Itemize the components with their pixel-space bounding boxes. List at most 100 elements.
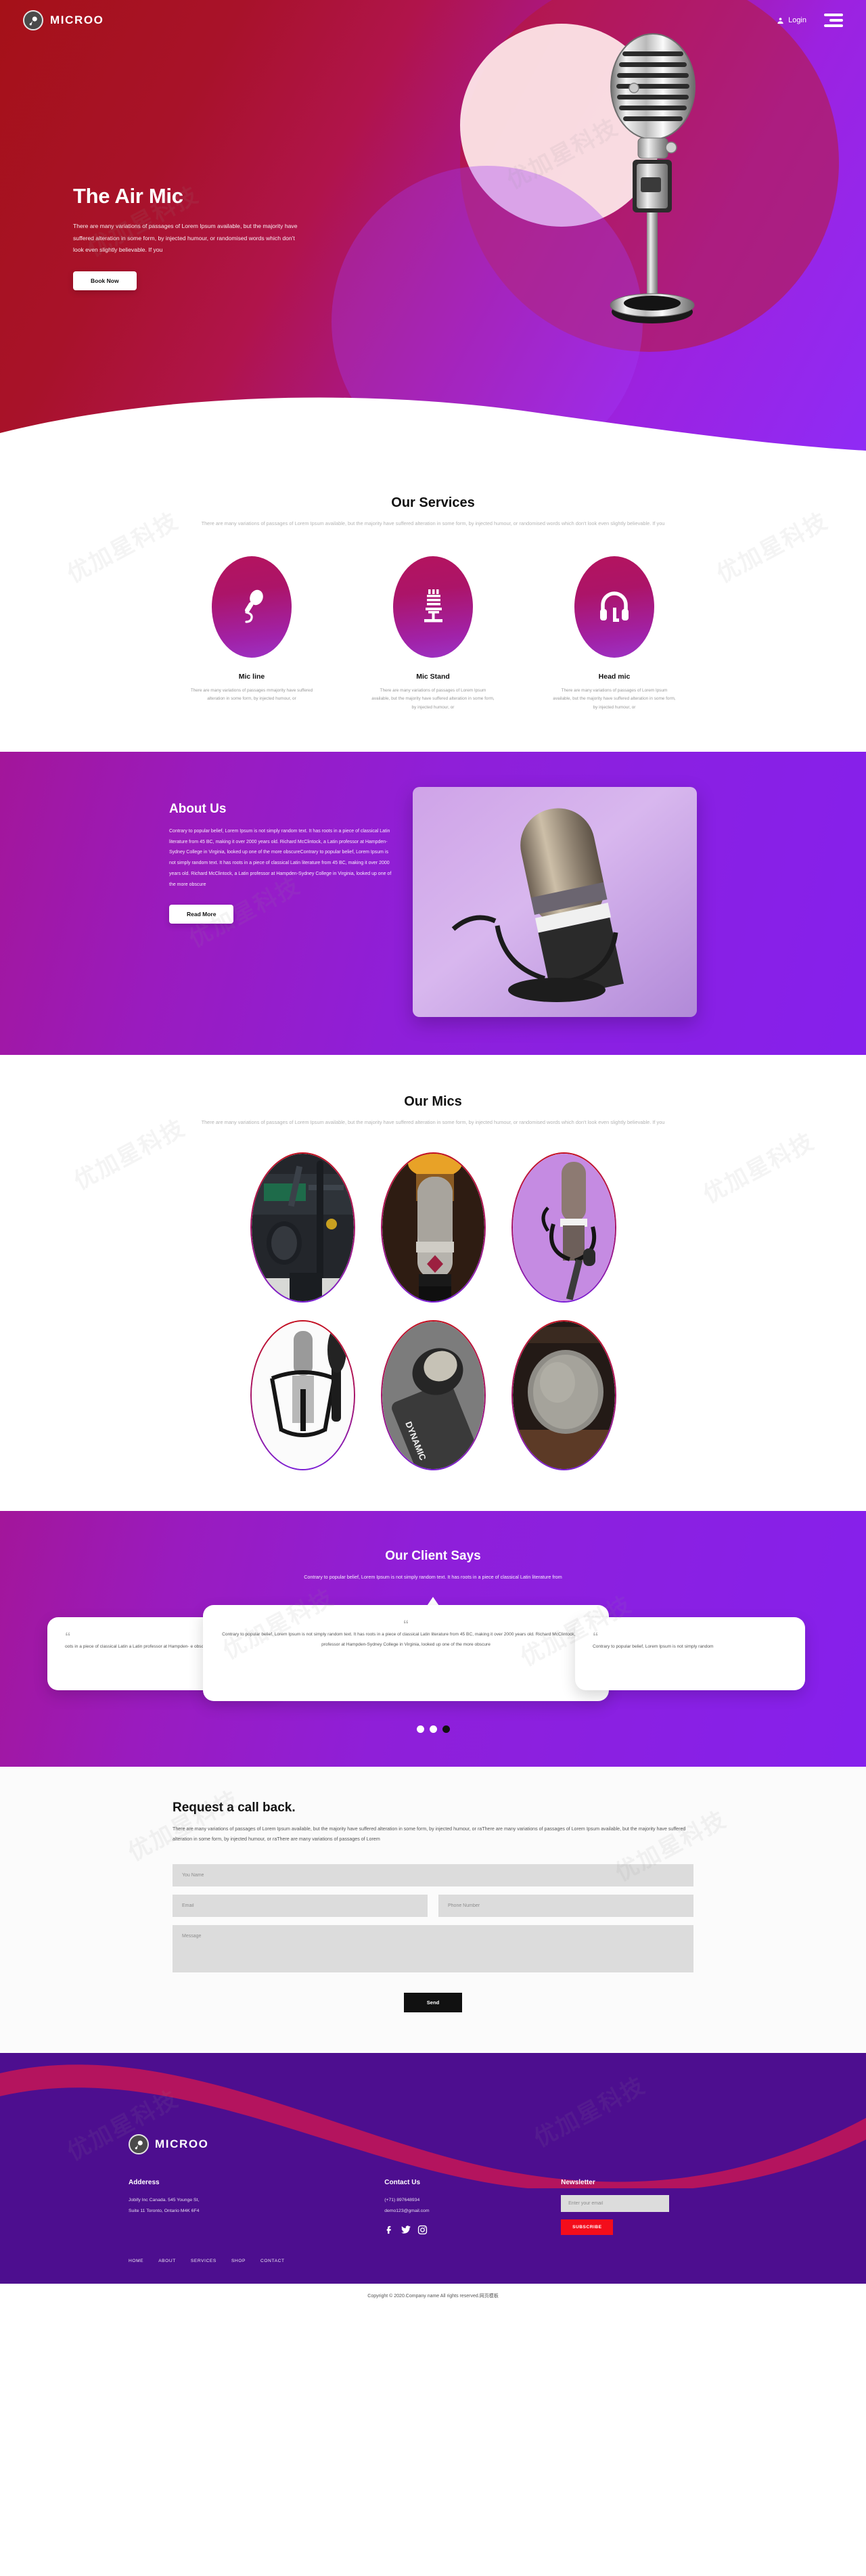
testimonial-card-active[interactable]: “ Contrary to popular belief, Lorem Ipsu…: [203, 1605, 609, 1702]
services-section: Our Services There are many variations o…: [0, 455, 866, 752]
contact-email[interactable]: demo123@gmail.com: [384, 2206, 561, 2216]
testimonials-section: Our Client Says Contrary to popular beli…: [0, 1510, 866, 1767]
hero-title: The Air Mic: [73, 184, 183, 208]
email-input[interactable]: [173, 1895, 428, 1918]
login-button[interactable]: Login: [777, 16, 806, 24]
carousel-dot-2[interactable]: [429, 1725, 437, 1734]
top-navigation-bar: MICROO Login: [0, 0, 866, 41]
service-card[interactable]: Head mic There are many variations of pa…: [547, 556, 682, 713]
hero-description: There are many variations of passages of…: [73, 223, 298, 254]
hero-section: MICROO Login The Air Mic There are many …: [0, 0, 866, 455]
newsletter-heading: Newsletter: [561, 2179, 595, 2187]
callback-description: There are many variations of passages of…: [173, 1826, 686, 1842]
subscribe-button[interactable]: SUBSCRIBE: [561, 2219, 614, 2236]
about-microphone-photo: [413, 786, 697, 1017]
carousel-dots: [0, 1725, 866, 1734]
newsletter-email-input[interactable]: [561, 2195, 670, 2213]
about-title: About Us: [169, 801, 227, 816]
footer-address-column: Adderess Jobify Inc Canada. 545 Younge S…: [129, 2179, 384, 2238]
footer-contact-column: Contact Us (+71) 897648934 demo123@gmail…: [384, 2179, 561, 2238]
footer-newsletter-column: Newsletter SUBSCRIBE: [561, 2179, 737, 2238]
testimonials-subtitle: Contrary to popular belief, Lorem Ipsum …: [304, 1573, 562, 1580]
instagram-icon[interactable]: [417, 2225, 428, 2238]
hero-bottom-curve: [0, 397, 866, 455]
mic-logo-icon: [23, 10, 43, 30]
mics-gallery-section: Our Mics There are many variations of pa…: [0, 1054, 866, 1511]
mics-grid: DYNAMIC: [0, 1152, 866, 1470]
footer-navigation: HOME ABOUT SERVICES SHOP CONTACT: [129, 2259, 737, 2263]
service-card[interactable]: Mic Stand There are many variations of p…: [365, 556, 501, 713]
request-callback-section: Request a call back. There are many vari…: [0, 1767, 866, 2054]
address-line-2: Suite 11 Toronto, Ontario M4K 6F4: [129, 2208, 200, 2213]
footer-link-contact[interactable]: CONTACT: [260, 2259, 285, 2263]
mic-photo[interactable]: [250, 1152, 355, 1303]
mic-stand-icon: [393, 556, 473, 658]
headset-icon: [574, 556, 654, 658]
mics-subtitle: There are many variations of passages of…: [201, 1118, 665, 1125]
testimonials-title: Our Client Says: [385, 1548, 481, 1563]
about-description: Contrary to popular belief, Lorem Ipsum …: [169, 828, 392, 887]
name-input[interactable]: [173, 1864, 693, 1887]
contact-phone[interactable]: (+71) 897648934: [384, 2195, 561, 2205]
mic-photo[interactable]: [250, 1320, 355, 1470]
footer-link-services[interactable]: SERVICES: [191, 2259, 216, 2263]
quote-open-icon: “: [593, 1630, 599, 1644]
footer-link-home[interactable]: HOME: [129, 2259, 143, 2263]
testimonial-text: Contrary to popular belief, Lorem Ipsum …: [222, 1632, 590, 1647]
send-button[interactable]: Send: [403, 1993, 463, 2013]
twitter-icon[interactable]: [401, 2225, 411, 2238]
copyright-bar: Copyright © 2020.Company name All rights…: [0, 2284, 866, 2308]
footer-brand[interactable]: MICROO: [129, 2134, 737, 2155]
social-links: [384, 2225, 561, 2238]
services-title: Our Services: [391, 495, 475, 510]
service-name: Mic line: [238, 672, 265, 681]
services-subtitle: There are many variations of passages of…: [201, 520, 665, 526]
login-label: Login: [788, 16, 806, 24]
testimonial-card[interactable]: “ Contrary to popular belief, Lorem Ipsu…: [575, 1617, 805, 1691]
quote-open-icon: “: [403, 1618, 409, 1631]
read-more-button[interactable]: Read More: [169, 905, 234, 924]
service-name: Mic Stand: [416, 672, 450, 681]
facebook-icon[interactable]: [384, 2225, 394, 2238]
hero-microphone-image: [592, 12, 714, 354]
mic-photo[interactable]: [511, 1152, 616, 1303]
address-heading: Adderess: [129, 2179, 160, 2187]
mic-logo-icon: [129, 2134, 149, 2155]
contact-heading: Contact Us: [384, 2179, 421, 2187]
testimonials-carousel: “ oots in a piece of classical Latin a L…: [0, 1597, 866, 1715]
service-card[interactable]: Mic line There are many variations of pa…: [184, 556, 319, 713]
footer: MICROO Adderess Jobify Inc Canada. 545 Y…: [0, 2053, 866, 2284]
copyright-text: Copyright © 2020.Company name All rights…: [367, 2294, 499, 2299]
callback-title: Request a call back.: [173, 1801, 296, 1815]
handheld-mic-icon: [212, 556, 292, 658]
services-cards: Mic line There are many variations of pa…: [0, 556, 866, 713]
top-nav-actions: Login: [777, 14, 843, 27]
mic-photo[interactable]: [511, 1320, 616, 1470]
about-content: About Us Contrary to popular belief, Lor…: [169, 787, 392, 1017]
carousel-dot-1[interactable]: [416, 1725, 424, 1734]
about-section: About Us Contrary to popular belief, Lor…: [0, 751, 866, 1055]
service-name: Head mic: [598, 672, 631, 681]
hero-content: The Air Mic There are many variations of…: [73, 184, 303, 290]
phone-input[interactable]: [438, 1895, 693, 1918]
footer-link-shop[interactable]: SHOP: [231, 2259, 246, 2263]
testimonial-text: Contrary to popular belief, Lorem Ipsum …: [593, 1644, 714, 1650]
carousel-dot-3[interactable]: [442, 1725, 450, 1734]
service-text: There are many variations of passages of…: [371, 687, 495, 710]
footer-brand-name: MICROO: [155, 2138, 209, 2151]
brand-logo[interactable]: MICROO: [23, 10, 104, 30]
service-text: There are many variations of passages of…: [553, 687, 676, 710]
message-textarea[interactable]: [173, 1925, 693, 1973]
hamburger-icon[interactable]: [824, 14, 843, 27]
mic-photo[interactable]: DYNAMIC: [381, 1320, 486, 1470]
address-line-1: Jobify Inc Canada. 545 Younge St,: [129, 2198, 200, 2203]
mics-row: [250, 1152, 616, 1303]
user-icon: [777, 17, 783, 24]
mic-photo[interactable]: [381, 1152, 486, 1303]
book-now-button[interactable]: Book Now: [73, 271, 137, 290]
callback-form: Send: [173, 1864, 693, 2013]
brand-name: MICROO: [50, 14, 104, 26]
footer-link-about[interactable]: ABOUT: [158, 2259, 176, 2263]
service-text: There are many variations of passages mm…: [190, 687, 313, 702]
mics-title: Our Mics: [404, 1093, 462, 1109]
